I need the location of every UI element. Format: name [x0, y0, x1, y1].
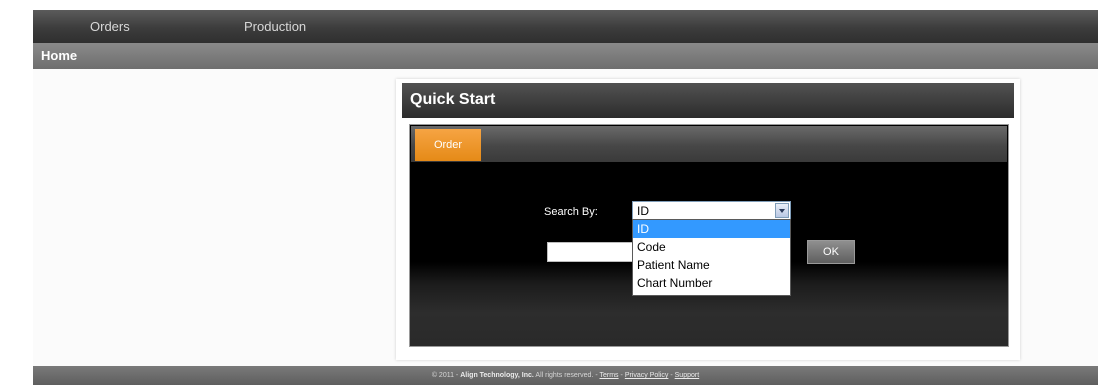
breadcrumb-bar: Home — [33, 43, 1098, 69]
quick-start-container: Quick Start Order Search By: ID OK ID Co… — [396, 79, 1020, 360]
chevron-down-icon — [779, 209, 785, 213]
search-by-selected-value: ID — [637, 204, 649, 218]
tab-order[interactable]: Order — [415, 129, 481, 161]
footer-separator: - — [620, 372, 623, 379]
footer-separator: - — [670, 372, 673, 379]
search-input[interactable] — [547, 242, 634, 262]
option-id[interactable]: ID — [633, 220, 790, 238]
footer-link-support[interactable]: Support — [675, 372, 700, 379]
option-code[interactable]: Code — [633, 238, 790, 256]
quick-start-title: Quick Start — [410, 91, 496, 108]
nav-item-orders[interactable]: Orders — [90, 19, 130, 34]
footer-rights: All rights reserved. - — [535, 372, 598, 379]
breadcrumb-home[interactable]: Home — [41, 48, 77, 63]
footer-link-terms[interactable]: Terms — [600, 372, 619, 379]
quick-start-panel: Order Search By: ID OK ID Code Patient N… — [409, 124, 1009, 347]
option-chart-number[interactable]: Chart Number — [633, 274, 790, 292]
nav-item-production[interactable]: Production — [244, 19, 306, 34]
footer: © 2011 - Align Technology, Inc. All righ… — [33, 366, 1098, 385]
footer-company: Align Technology, Inc. — [460, 372, 534, 379]
footer-copyright: © 2011 - — [431, 372, 459, 379]
quick-start-header: Quick Start — [402, 83, 1014, 118]
dropdown-button[interactable] — [775, 203, 789, 218]
search-by-options-list: ID Code Patient Name Chart Number — [632, 219, 791, 296]
tab-bar: Order — [411, 126, 1007, 162]
app-frame: Orders Production Home Quick Start Order… — [33, 10, 1098, 385]
footer-link-privacy-policy[interactable]: Privacy Policy — [625, 372, 669, 379]
option-patient-name[interactable]: Patient Name — [633, 256, 790, 274]
ok-button[interactable]: OK — [807, 240, 855, 264]
search-by-label: Search By: — [544, 206, 598, 218]
search-by-select[interactable]: ID — [632, 201, 791, 220]
top-nav: Orders Production — [33, 10, 1098, 43]
